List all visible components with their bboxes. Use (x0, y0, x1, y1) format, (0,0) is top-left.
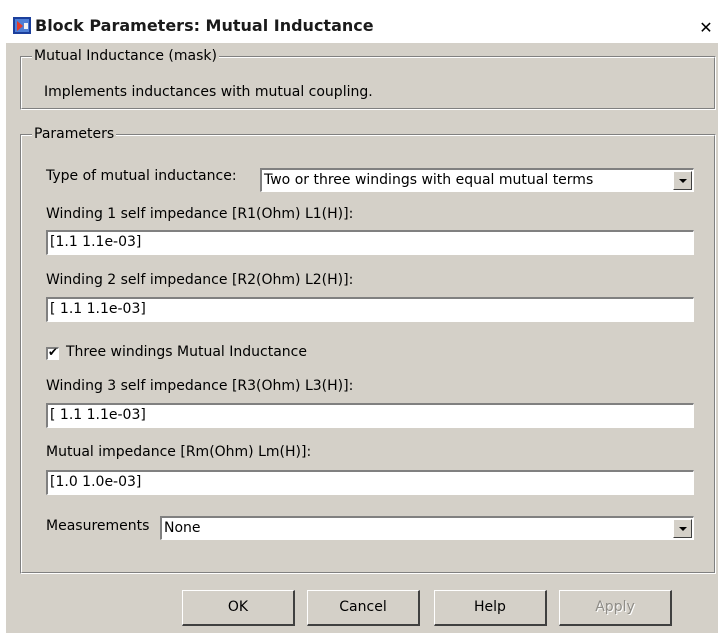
mutual-input[interactable]: [1.0 1.0e-03] (46, 470, 694, 495)
window-title: Block Parameters: Mutual Inductance (35, 16, 374, 35)
help-button[interactable]: Help (434, 590, 547, 626)
winding1-value: [1.1 1.1e-03] (50, 234, 142, 250)
mutual-label: Mutual impedance [Rm(Ohm) Lm(H)]: (46, 444, 312, 460)
ok-button[interactable]: OK (182, 590, 295, 626)
close-icon: ✕ (699, 18, 713, 37)
winding1-input[interactable]: [1.1 1.1e-03] (46, 230, 694, 255)
measurements-label: Measurements (46, 518, 150, 534)
chevron-down-icon[interactable] (673, 519, 692, 538)
measurements-dropdown-value: None (164, 520, 201, 536)
winding3-label: Winding 3 self impedance [R3(Ohm) L3(H)]… (46, 378, 354, 394)
winding2-label: Winding 2 self impedance [R2(Ohm) L2(H)]… (46, 272, 354, 288)
cancel-button[interactable]: Cancel (307, 590, 420, 626)
title-bar[interactable]: Block Parameters: Mutual Inductance ✕ (6, 8, 718, 43)
simulink-block-icon (13, 17, 31, 34)
close-button[interactable]: ✕ (697, 19, 715, 37)
three-windings-label[interactable]: Three windings Mutual Inductance (66, 344, 307, 360)
winding3-value: [ 1.1 1.1e-03] (50, 407, 146, 423)
mutual-value: [1.0 1.0e-03] (50, 474, 142, 490)
type-dropdown[interactable]: Two or three windings with equal mutual … (260, 168, 694, 192)
winding2-value: [ 1.1 1.1e-03] (50, 301, 146, 317)
apply-button[interactable]: Apply (559, 590, 672, 626)
mask-group (20, 56, 716, 110)
dialog-window: Block Parameters: Mutual Inductance ✕ Mu… (6, 8, 718, 633)
mask-legend: Mutual Inductance (mask) (32, 48, 219, 64)
checkmark-icon: ✔ (48, 345, 59, 359)
type-label: Type of mutual inductance: (46, 168, 237, 184)
mask-description: Implements inductances with mutual coupl… (44, 84, 373, 100)
chevron-down-icon[interactable] (673, 171, 692, 190)
winding1-label: Winding 1 self impedance [R1(Ohm) L1(H)]… (46, 206, 354, 222)
three-windings-checkbox[interactable]: ✔ (46, 345, 59, 360)
type-dropdown-value: Two or three windings with equal mutual … (264, 172, 594, 188)
measurements-dropdown[interactable]: None (160, 516, 694, 540)
winding2-input[interactable]: [ 1.1 1.1e-03] (46, 297, 694, 322)
winding3-input[interactable]: [ 1.1 1.1e-03] (46, 403, 694, 428)
parameters-legend: Parameters (32, 126, 117, 142)
